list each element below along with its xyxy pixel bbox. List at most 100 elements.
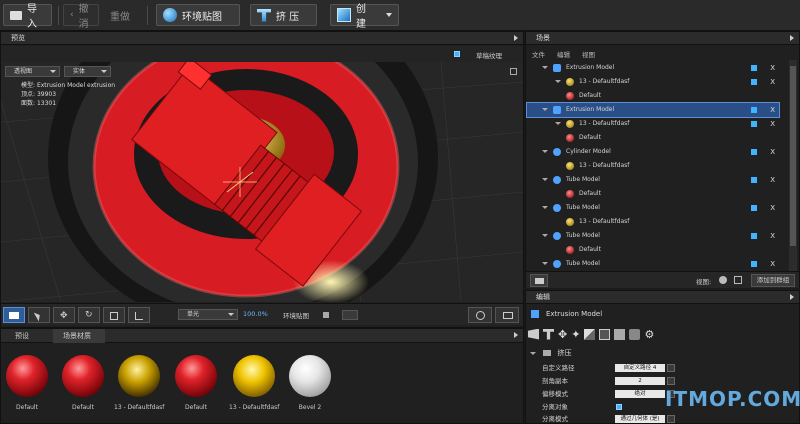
redo-button[interactable]: 重做 [104,4,140,26]
watermark: ITMOP.COM [665,387,800,411]
tree-row-material[interactable]: 13 - Defaultfdasf X [527,117,779,131]
section-collapse-icon[interactable] [530,351,536,355]
tree-row-material[interactable]: 13 - Defaultfdasf X [527,75,779,89]
tree-row-material[interactable]: Default [527,89,779,103]
chevron-down-icon[interactable] [667,415,675,423]
visibility-checkbox[interactable] [751,261,757,267]
prop-value-field[interactable]: 绝对 [615,390,665,398]
menu-edit[interactable]: 编辑 [557,49,570,59]
screen-button[interactable] [495,307,519,323]
panel-menu-arrow-icon[interactable] [790,35,794,41]
tree-row-material[interactable]: Default [527,131,779,145]
bevel-icon[interactable] [528,328,539,340]
import-button[interactable]: 导入 [3,4,52,30]
delete-icon[interactable]: X [770,75,775,89]
light-icon[interactable]: ✦ [571,329,580,340]
delete-icon[interactable]: X [770,229,775,243]
texture-icon[interactable] [599,328,611,340]
tree-row-model-selected[interactable]: Extrusion Model X [526,102,780,118]
zoom-level[interactable]: 100.0% [243,310,268,318]
tree-row-material[interactable]: Default [527,243,779,257]
tree-row-material[interactable]: Default [527,187,779,201]
view-mode-dropdown[interactable]: 透视图 [5,66,60,77]
chevron-down-icon[interactable] [667,364,675,372]
extrude-button[interactable]: 挤 压 [250,4,317,26]
prop-value-field[interactable]: 通过几何体 (是) [615,415,665,423]
material-swatch[interactable]: 13 - Defaultfdasf [229,355,279,411]
panel-menu-arrow-icon[interactable] [514,332,518,338]
animation-icon[interactable] [629,328,641,340]
tree-row-material[interactable]: 13 - Defaultfdasf [527,159,779,173]
tree-row-model[interactable]: Extrusion Model X [527,61,779,75]
delete-icon[interactable]: X [770,103,775,117]
grid-view-icon[interactable] [734,276,742,284]
env-map-swatch[interactable] [342,310,358,320]
visibility-checkbox[interactable] [751,79,757,85]
material-swatch[interactable]: Default [2,355,52,411]
cube-icon[interactable] [614,328,626,340]
menu-view[interactable]: 视图 [582,49,595,59]
rotate-tool-button[interactable]: ↻ [78,307,100,323]
3d-viewport[interactable]: 透视图 实体 模型: Extrusion Model extrusion 顶点:… [1,62,523,302]
tree-row-model[interactable]: Tube Model X [527,229,779,243]
delete-icon[interactable]: X [770,117,775,131]
separate-object-checkbox[interactable] [616,404,622,410]
environment-map-button[interactable]: 环境贴图 [156,4,240,26]
settings-gear-icon[interactable]: ⚙ [644,329,654,340]
shading-mode-dropdown[interactable]: 实体 [64,66,111,77]
visibility-checkbox[interactable] [751,233,757,239]
tab-scene-materials[interactable]: 场景材质 [53,329,105,343]
visibility-checkbox[interactable] [751,205,757,211]
tree-row-model[interactable]: Cylinder Model X [527,145,779,159]
env-map-checkbox[interactable] [323,312,329,318]
delete-icon[interactable]: X [770,173,775,187]
chevron-down-icon[interactable] [667,377,675,385]
menu-file[interactable]: 文件 [532,49,545,59]
scale-tool-button[interactable] [103,307,125,323]
open-folder-button[interactable] [530,274,548,287]
move-tool-button[interactable]: ✥ [53,307,75,323]
delete-icon[interactable]: X [770,201,775,215]
material-swatch[interactable]: Default [171,355,221,411]
tab-presets[interactable]: 预设 [9,329,45,343]
visibility-checkbox[interactable] [751,121,757,127]
undo-button[interactable]: ‹ 撤消 [63,4,99,30]
extrude-icon[interactable] [543,328,554,340]
draft-texture-checkbox[interactable] [454,51,460,57]
prop-value-field[interactable]: 2 [615,377,665,385]
tube-icon [553,175,561,184]
tree-row-model[interactable]: Tube Model X [527,257,779,271]
focus-button[interactable] [468,307,492,323]
delete-icon[interactable]: X [770,145,775,159]
sphere-view-icon[interactable] [719,276,727,284]
visibility-checkbox[interactable] [751,107,757,113]
scene-scrollbar[interactable] [789,60,797,288]
panel-menu-arrow-icon[interactable] [514,35,518,41]
camera-tool-button[interactable] [3,307,25,323]
tree-row-model[interactable]: Tube Model X [527,173,779,187]
tree-row-material[interactable]: 13 - Defaultfdasf [527,215,779,229]
visibility-checkbox[interactable] [751,177,757,183]
material-swatch[interactable]: Bevel 2 [285,355,335,411]
light-dropdown[interactable]: 单光 [178,309,238,320]
target-icon [476,311,485,320]
material-icon[interactable] [584,328,596,340]
move-icon[interactable]: ✥ [558,329,567,340]
pivot-tool-button[interactable] [128,307,150,323]
chevron-down-icon [386,13,392,17]
material-swatch[interactable]: 13 - Defaultfdasf [114,355,164,411]
prop-value-field[interactable]: 自定义路径 4 [615,364,665,372]
panel-menu-arrow-icon[interactable] [790,294,794,300]
select-tool-button[interactable] [28,307,50,323]
visibility-checkbox[interactable] [751,65,757,71]
model-icon [553,105,561,114]
material-swatch[interactable]: Default [58,355,108,411]
delete-icon[interactable]: X [770,61,775,75]
create-dropdown-button[interactable]: 创 建 [330,4,399,30]
add-to-group-button[interactable]: 添加到群组 [751,274,795,287]
edit-object-name: Extrusion Model [546,310,603,318]
delete-icon[interactable]: X [770,257,775,271]
visibility-checkbox[interactable] [751,149,757,155]
maximize-icon[interactable] [510,68,517,75]
tree-row-model[interactable]: Tube Model X [527,201,779,215]
